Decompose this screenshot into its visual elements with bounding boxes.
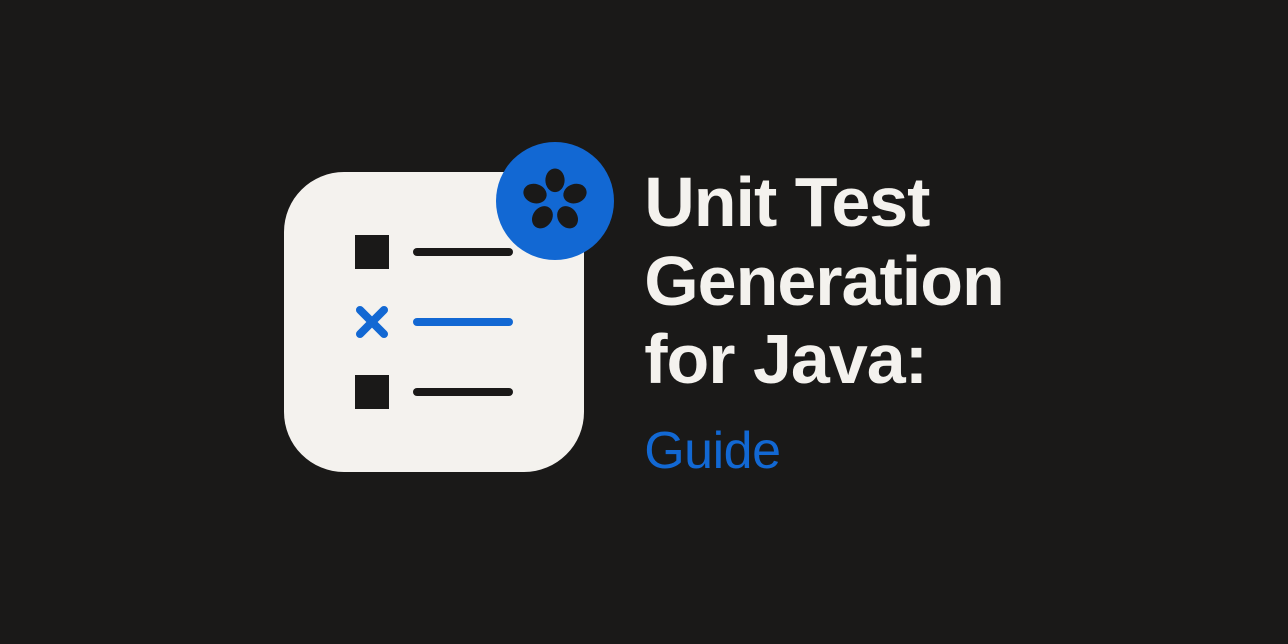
subtitle: Guide [644,421,1004,481]
row-line [413,388,513,396]
square-marker-icon [355,375,389,409]
title-line: Generation [644,242,1004,320]
square-marker-icon [355,235,389,269]
checklist-row [355,235,513,269]
title-line: Unit Test [644,163,1004,241]
logo-badge [496,142,614,260]
flower-logo-icon [518,164,592,238]
hero-banner: Unit Test Generation for Java: Guide [284,163,1004,480]
x-marker-icon [355,305,389,339]
row-line [413,318,513,326]
checklist-illustration [284,172,584,472]
row-line [413,248,513,256]
checklist-row [355,305,513,339]
title-line: for Java: [644,320,1004,398]
checklist-row [355,375,513,409]
title-block: Unit Test Generation for Java: Guide [644,163,1004,480]
